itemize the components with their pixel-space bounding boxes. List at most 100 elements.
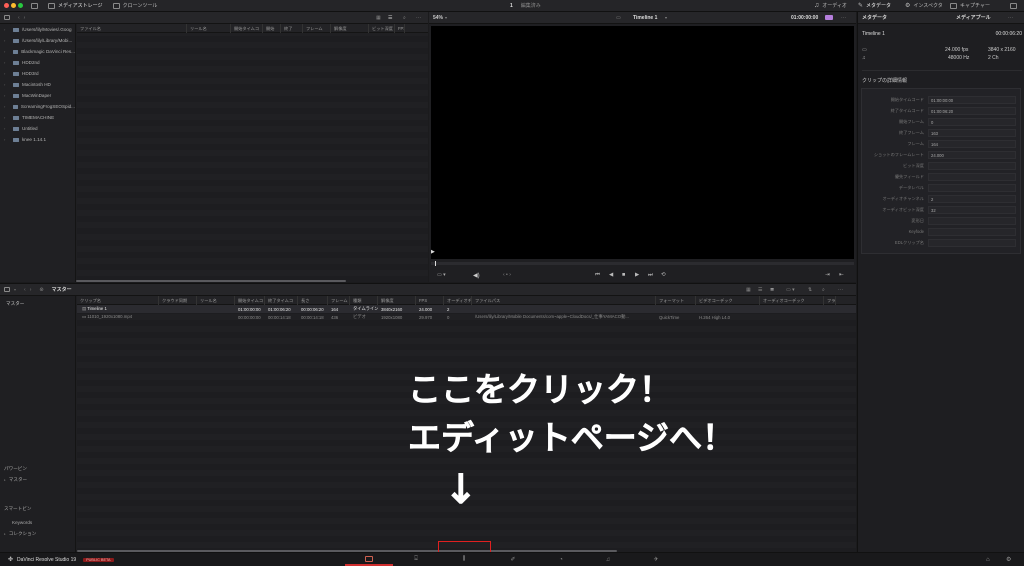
- metadata-field-input[interactable]: [928, 238, 1016, 247]
- pool-more-icon[interactable]: ···: [838, 287, 843, 293]
- clip-column-heading[interactable]: 長さ: [298, 295, 328, 305]
- clip-row[interactable]: ▭ 11010_1920x1080.mp4 00:00:00:00 00:00:14…: [77, 313, 856, 321]
- pool-list-view-icon[interactable]: ☰: [758, 287, 762, 293]
- expand-arrow-icon[interactable]: ▸: [4, 478, 6, 482]
- storage-column-heading[interactable]: 開始タイムコ: [231, 23, 263, 33]
- bin-dropdown-icon[interactable]: ▾: [14, 287, 16, 292]
- storage-scrollbar-thumb[interactable]: [76, 280, 346, 282]
- storage-location-item[interactable]: › MacWinDaper: [0, 90, 75, 101]
- smart-bin-collection[interactable]: ▸ コレクション: [4, 531, 36, 537]
- viewer-layout-icon[interactable]: ▭: [616, 15, 621, 21]
- sync-icon[interactable]: ⊛: [39, 287, 43, 293]
- storage-column-heading[interactable]: 解像度: [331, 23, 369, 33]
- timeline-dropdown-icon[interactable]: ▾: [665, 15, 667, 20]
- expand-arrow-icon[interactable]: ›: [4, 82, 7, 87]
- storage-location-item[interactable]: › /Users/lily/Library/Mobi...: [0, 35, 75, 46]
- search-icon[interactable]: ⌕: [403, 15, 406, 21]
- metadata-preset-label[interactable]: メディアプール: [956, 14, 991, 21]
- clip-column-heading[interactable]: クラウド同期: [159, 295, 197, 305]
- clip-column-heading[interactable]: クリップ名: [77, 295, 159, 305]
- capture-button[interactable]: キャプチャー: [950, 2, 990, 9]
- video-frame[interactable]: [431, 26, 854, 259]
- pool-forward-icon[interactable]: ›: [30, 287, 32, 293]
- page-fusion-button[interactable]: ✐: [489, 553, 537, 566]
- expand-arrow-icon[interactable]: ›: [4, 71, 7, 76]
- page-color-button[interactable]: ◔: [537, 553, 585, 566]
- list-view-icon[interactable]: ☰: [388, 15, 392, 21]
- metadata-field-input[interactable]: [928, 161, 1016, 170]
- pool-sort-icon[interactable]: ⇅: [808, 287, 812, 293]
- storage-location-item[interactable]: › knee 1.14.1: [0, 134, 75, 145]
- power-bin-master[interactable]: ▸ マスター: [4, 477, 27, 483]
- page-deliver-button[interactable]: ✈: [632, 553, 680, 566]
- storage-location-item[interactable]: › Macintosh HD: [0, 79, 75, 90]
- metadata-field-input[interactable]: 01:00:00:00: [928, 95, 1016, 104]
- go-to-start-icon[interactable]: ⏮: [595, 272, 600, 279]
- expand-arrow-icon[interactable]: ›: [4, 137, 7, 142]
- inspector-button[interactable]: ⚙ インスペクタ: [905, 2, 943, 9]
- storage-column-heading[interactable]: 開始: [263, 23, 281, 33]
- clip-column-heading[interactable]: 開始タイムコ: [235, 295, 265, 305]
- storage-column-heading[interactable]: FPS: [395, 23, 405, 33]
- zoom-level[interactable]: 54%: [433, 15, 443, 21]
- metadata-field-input[interactable]: 2: [928, 194, 1016, 203]
- clip-column-heading[interactable]: リール名: [197, 295, 235, 305]
- panel-toggle-icon[interactable]: [31, 2, 38, 9]
- clip-column-heading[interactable]: FPS: [416, 295, 444, 305]
- clip-column-heading[interactable]: 解像度: [378, 295, 416, 305]
- metadata-button[interactable]: ✎ メタデータ: [858, 2, 891, 9]
- expand-arrow-icon[interactable]: ›: [4, 115, 7, 120]
- minimize-window-button[interactable]: [11, 3, 16, 8]
- storage-column-heading[interactable]: ビット深度: [369, 23, 395, 33]
- go-to-end-icon[interactable]: ⏭: [648, 272, 653, 279]
- play-icon[interactable]: ▶: [635, 272, 639, 278]
- expand-arrow-icon[interactable]: ›: [4, 60, 7, 65]
- clip-column-heading[interactable]: 終了タイムコ: [265, 295, 298, 305]
- metadata-field-input[interactable]: 0: [928, 117, 1016, 126]
- volume-icon[interactable]: ◀): [473, 272, 480, 279]
- pool-thumbnail-icon[interactable]: ▭ ▾: [786, 287, 795, 293]
- mark-in-icon[interactable]: ⇥: [825, 272, 830, 278]
- pool-back-icon[interactable]: ‹: [24, 287, 26, 293]
- page-cut-button[interactable]: ⌺: [392, 553, 440, 566]
- page-fairlight-button[interactable]: ♫: [584, 553, 632, 566]
- audio-button[interactable]: ♫ オーディオ: [814, 2, 847, 9]
- metadata-field-input[interactable]: [928, 216, 1016, 225]
- viewer-mode-icon[interactable]: [825, 15, 833, 20]
- home-icon[interactable]: ⌂: [986, 557, 990, 563]
- metadata-field-input[interactable]: 164: [928, 139, 1016, 148]
- storage-location-item[interactable]: › ScreamingFrogSEOSpid...: [0, 101, 75, 112]
- metadata-field-input[interactable]: 32: [928, 205, 1016, 214]
- chevron-down-icon[interactable]: ▾: [445, 15, 447, 20]
- maximize-window-button[interactable]: [18, 3, 23, 8]
- clip-column-heading[interactable]: ビデオコーデック: [696, 295, 760, 305]
- storage-column-heading[interactable]: フレーム: [303, 23, 331, 33]
- jog-control[interactable]: ‹ • ›: [503, 272, 511, 278]
- play-reverse-icon[interactable]: ◀: [609, 272, 613, 278]
- forward-icon[interactable]: ›: [24, 15, 26, 21]
- bin-master[interactable]: マスター: [6, 301, 75, 307]
- clip-column-heading[interactable]: フレーム: [328, 295, 350, 305]
- clip-column-heading[interactable]: フラグ: [824, 295, 836, 305]
- metadata-field-input[interactable]: 24.000: [928, 150, 1016, 159]
- smart-bin-keywords[interactable]: Keywords: [12, 520, 32, 525]
- expand-arrow-icon[interactable]: ›: [4, 38, 7, 43]
- more-options-icon[interactable]: ···: [416, 15, 421, 21]
- viewer-timeline-name[interactable]: Timeline 1: [633, 15, 657, 21]
- storage-location-item[interactable]: › HDD2nd: [0, 57, 75, 68]
- pool-search-icon[interactable]: ⌕: [822, 287, 825, 293]
- clip-column-heading[interactable]: オーディオチ: [444, 295, 472, 305]
- loop-icon[interactable]: ⟲: [661, 272, 666, 278]
- pool-detail-view-icon[interactable]: ≣: [770, 287, 774, 293]
- storage-column-heading[interactable]: 終了: [281, 23, 303, 33]
- metadata-field-input[interactable]: 01:00:06:20: [928, 106, 1016, 115]
- bin-list-toggle-icon[interactable]: [4, 287, 10, 292]
- sidebar-toggle-icon[interactable]: [4, 15, 10, 20]
- playhead[interactable]: [435, 261, 436, 266]
- storage-location-item[interactable]: › Blackmagic DaVinci Res...: [0, 46, 75, 57]
- metadata-field-input[interactable]: 163: [928, 128, 1016, 137]
- clone-tool-button[interactable]: クローンツール: [112, 2, 157, 9]
- expand-arrow-icon[interactable]: ›: [4, 126, 7, 131]
- storage-location-item[interactable]: › Untitled: [0, 123, 75, 134]
- metadata-more-icon[interactable]: ···: [1008, 15, 1013, 21]
